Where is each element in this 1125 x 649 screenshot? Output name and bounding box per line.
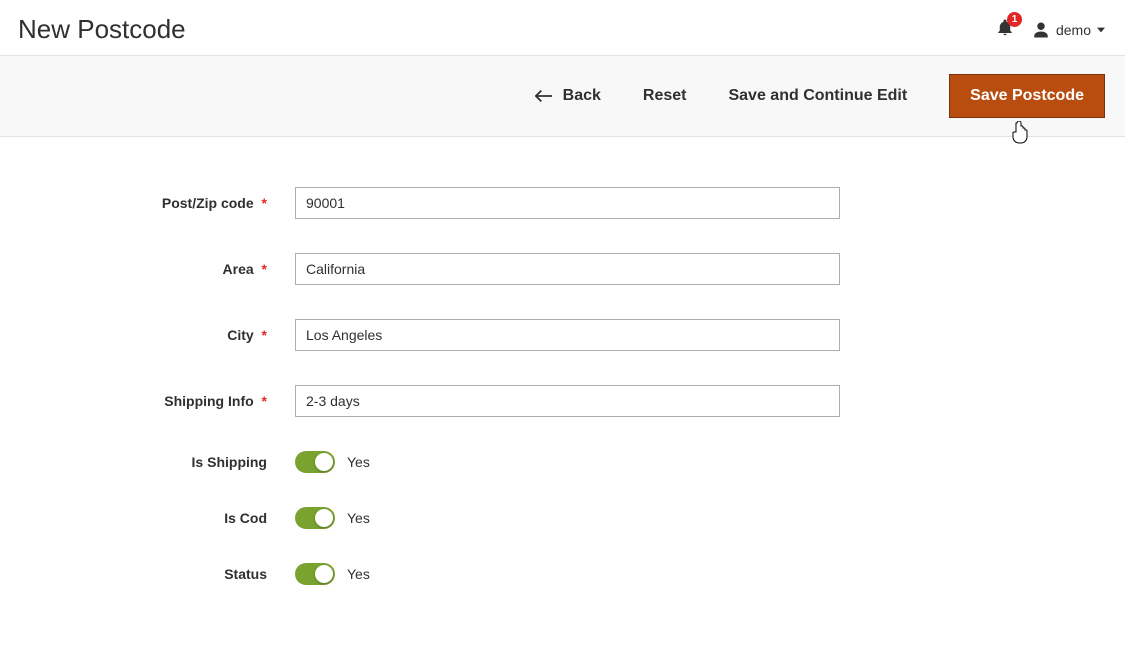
shipping-info-label-wrap: Shipping Info * xyxy=(20,393,295,409)
postcode-label: Post/Zip code xyxy=(162,195,254,211)
notifications-button[interactable]: 1 xyxy=(996,18,1014,41)
area-label-wrap: Area * xyxy=(20,261,295,277)
is-cod-toggle-wrap: Yes xyxy=(295,507,370,529)
page-title: New Postcode xyxy=(18,14,186,45)
shipping-info-input[interactable] xyxy=(295,385,840,417)
field-is-cod: Is Cod Yes xyxy=(20,507,1105,529)
is-cod-toggle[interactable] xyxy=(295,507,335,529)
back-label: Back xyxy=(563,87,601,105)
required-marker: * xyxy=(262,393,267,409)
required-marker: * xyxy=(262,327,267,343)
area-label: Area xyxy=(223,261,254,277)
status-label: Status xyxy=(20,566,295,582)
toggle-knob xyxy=(315,509,333,527)
field-is-shipping: Is Shipping Yes xyxy=(20,451,1105,473)
reset-label: Reset xyxy=(643,87,687,105)
field-city: City * xyxy=(20,319,1105,351)
form: Post/Zip code * Area * City * Shipping I… xyxy=(0,137,1125,649)
toolbar: Back Reset Save and Continue Edit Save P… xyxy=(0,55,1125,137)
postcode-label-wrap: Post/Zip code * xyxy=(20,195,295,211)
is-shipping-toggle-wrap: Yes xyxy=(295,451,370,473)
required-marker: * xyxy=(262,195,267,211)
back-button[interactable]: Back xyxy=(535,87,601,105)
field-shipping-info: Shipping Info * xyxy=(20,385,1105,417)
city-label-wrap: City * xyxy=(20,327,295,343)
username-label: demo xyxy=(1056,22,1091,38)
is-shipping-toggle[interactable] xyxy=(295,451,335,473)
notification-badge: 1 xyxy=(1007,12,1022,27)
save-continue-button[interactable]: Save and Continue Edit xyxy=(728,87,907,105)
chevron-down-icon xyxy=(1097,26,1105,34)
city-input[interactable] xyxy=(295,319,840,351)
status-toggle-wrap: Yes xyxy=(295,563,370,585)
city-label: City xyxy=(227,327,253,343)
save-continue-label: Save and Continue Edit xyxy=(728,87,907,105)
toggle-knob xyxy=(315,565,333,583)
user-icon xyxy=(1032,21,1050,39)
postcode-input[interactable] xyxy=(295,187,840,219)
is-cod-toggle-text: Yes xyxy=(347,510,370,526)
header-right: 1 demo xyxy=(996,18,1105,41)
status-toggle-text: Yes xyxy=(347,566,370,582)
field-postcode: Post/Zip code * xyxy=(20,187,1105,219)
field-area: Area * xyxy=(20,253,1105,285)
shipping-info-label: Shipping Info xyxy=(164,393,253,409)
status-toggle[interactable] xyxy=(295,563,335,585)
required-marker: * xyxy=(262,261,267,277)
is-shipping-label: Is Shipping xyxy=(20,454,295,470)
save-postcode-button[interactable]: Save Postcode xyxy=(949,74,1105,118)
is-shipping-toggle-text: Yes xyxy=(347,454,370,470)
arrow-left-icon xyxy=(535,89,553,103)
user-menu[interactable]: demo xyxy=(1032,21,1105,39)
header: New Postcode 1 demo xyxy=(0,0,1125,55)
reset-button[interactable]: Reset xyxy=(643,87,687,105)
field-status: Status Yes xyxy=(20,563,1105,585)
is-cod-label: Is Cod xyxy=(20,510,295,526)
area-input[interactable] xyxy=(295,253,840,285)
toggle-knob xyxy=(315,453,333,471)
